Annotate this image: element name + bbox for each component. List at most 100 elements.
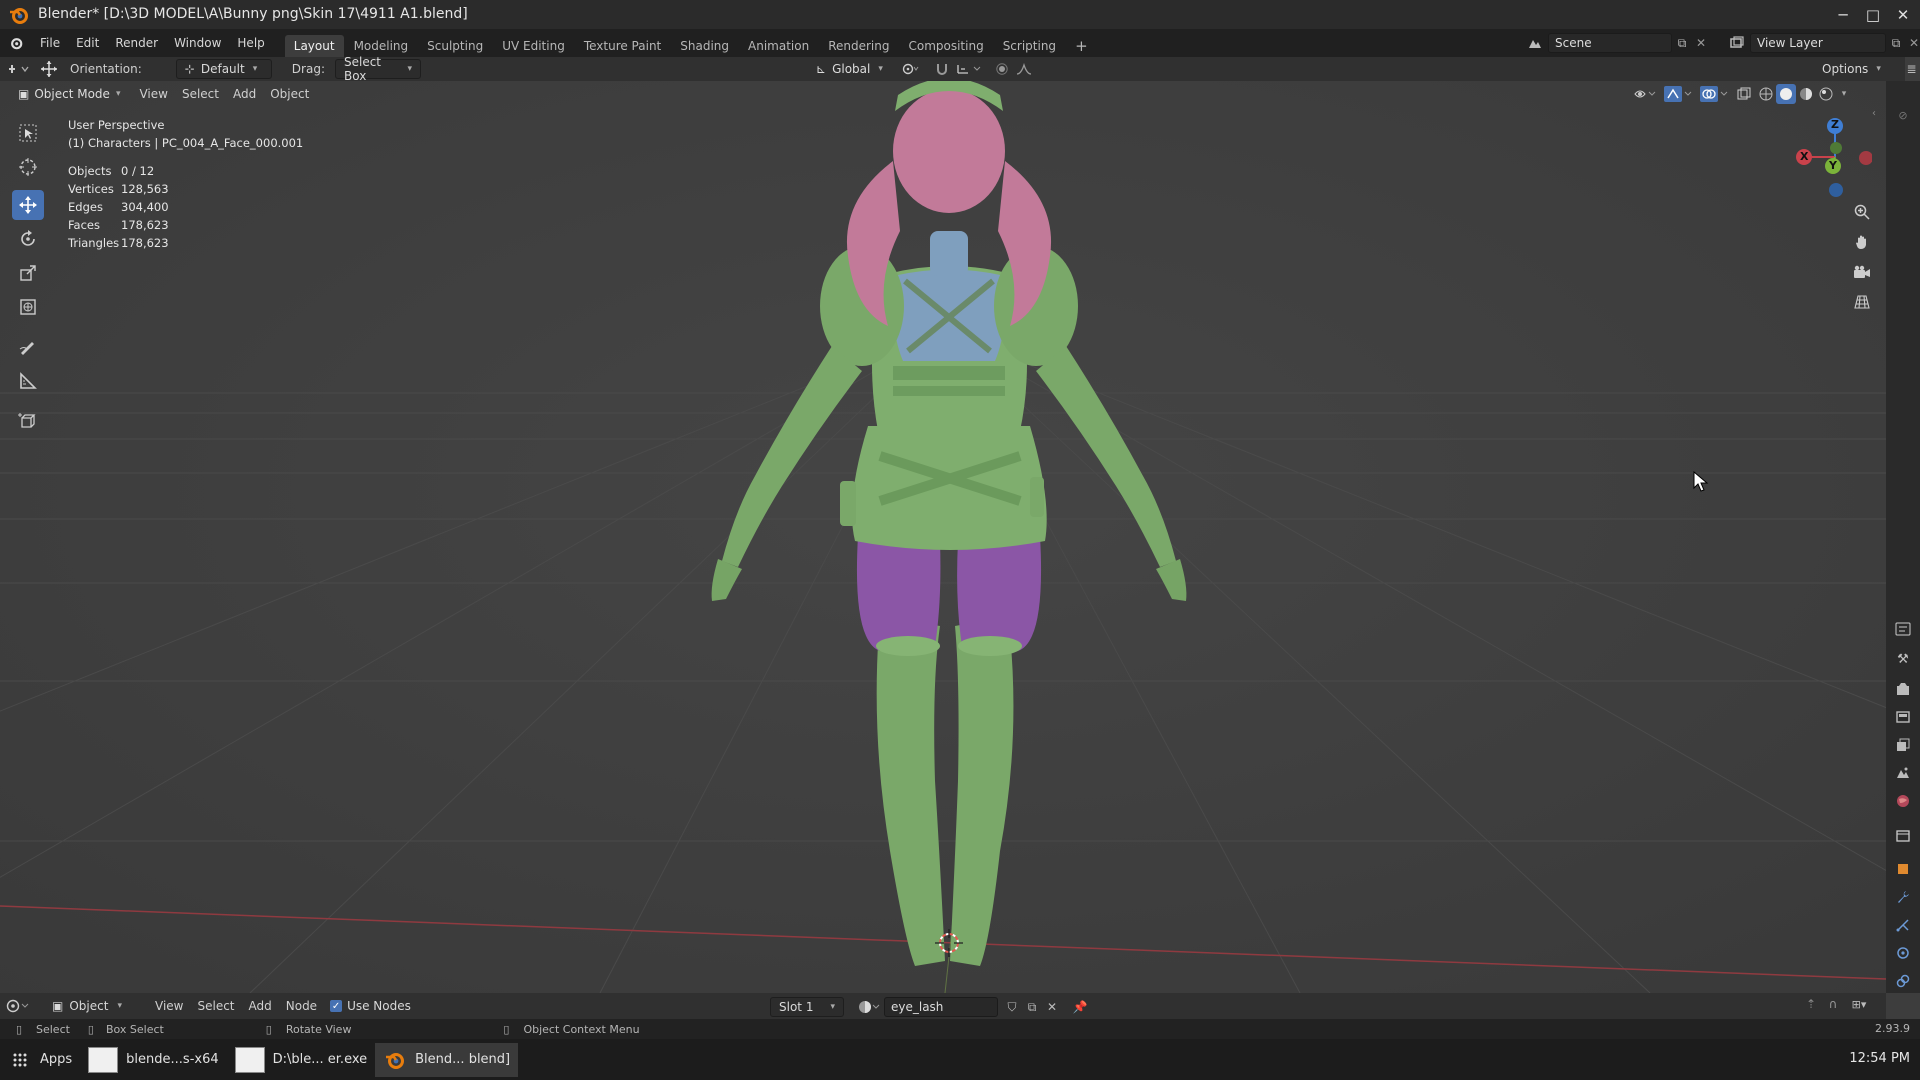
modifier-wrench-icon[interactable]	[1890, 885, 1916, 909]
transform-tool-icon[interactable]	[12, 292, 44, 322]
gizmo-toggle-icon[interactable]	[1660, 84, 1696, 104]
shader-menu-add[interactable]: Add	[242, 999, 279, 1013]
tab-rendering[interactable]: Rendering	[819, 35, 898, 57]
options-dropdown[interactable]: Options ▾	[1814, 60, 1889, 78]
wireframe-shading-icon[interactable]	[1756, 84, 1776, 104]
proportional-editing-icon[interactable]	[991, 63, 1013, 75]
add-cube-tool-icon[interactable]	[12, 406, 44, 436]
tab-texture-paint[interactable]: Texture Paint	[575, 35, 670, 57]
menu-help[interactable]: Help	[229, 29, 272, 57]
tab-animation[interactable]: Animation	[739, 35, 818, 57]
particles-icon[interactable]	[1890, 913, 1916, 937]
constraints-icon[interactable]	[1890, 969, 1916, 993]
tab-shading[interactable]: Shading	[671, 35, 738, 57]
apps-button[interactable]: Apps	[40, 1043, 80, 1077]
cursor-tool-icon[interactable]	[12, 152, 44, 182]
measure-tool-icon[interactable]	[12, 366, 44, 396]
output-properties-icon[interactable]	[1890, 705, 1916, 729]
xray-toggle-icon[interactable]	[1732, 84, 1756, 104]
taskbar-item-installer[interactable]: blende...s-x64	[80, 1043, 226, 1077]
tool-properties-icon[interactable]	[1890, 617, 1916, 641]
shader-menu-view[interactable]: View	[148, 999, 190, 1013]
sidebar-toggle-icon[interactable]: ≣	[1903, 59, 1920, 79]
shader-menu-node[interactable]: Node	[279, 999, 324, 1013]
mode-dropdown[interactable]: ▣ Object Mode ▾	[14, 84, 124, 104]
parent-node-tree-icon[interactable]: ⇡	[1800, 997, 1822, 1011]
fake-user-shield-icon[interactable]: ⛉	[1002, 1000, 1022, 1015]
editor-type-icon[interactable]	[0, 63, 36, 75]
snap-magnet-icon[interactable]: ∩	[1822, 997, 1844, 1011]
delete-scene-icon[interactable]: ✕	[1692, 36, 1710, 50]
material-name-field[interactable]: eye_lash	[884, 997, 998, 1017]
shader-editor-type-icon[interactable]	[0, 995, 36, 1017]
shader-type-dropdown[interactable]: ▣ Object ▾	[48, 996, 126, 1016]
drag-dropdown[interactable]: Select Box ▾	[334, 55, 421, 83]
world-properties-icon[interactable]	[1890, 789, 1916, 813]
slot-dropdown[interactable]: Slot 1 ▾	[770, 997, 844, 1017]
pan-hand-icon[interactable]	[1850, 230, 1874, 254]
menu-render[interactable]: Render	[107, 29, 166, 57]
outliner-filter-icon[interactable]: ⊘	[1886, 103, 1920, 127]
new-scene-icon[interactable]: ⧉	[1672, 36, 1692, 51]
new-view-layer-icon[interactable]: ⧉	[1886, 36, 1906, 51]
annotate-tool-icon[interactable]	[12, 332, 44, 362]
tab-compositing[interactable]: Compositing	[899, 35, 992, 57]
menu-edit[interactable]: Edit	[68, 29, 107, 57]
visibility-selectability-icon[interactable]	[1630, 84, 1660, 104]
pin-icon[interactable]: 📌	[1068, 1000, 1092, 1014]
orientation-dropdown[interactable]: ⊹ Default ▾	[175, 59, 272, 79]
use-nodes-checkbox[interactable]: ✓ Use Nodes	[330, 999, 411, 1013]
viewport-menu-object[interactable]: Object	[263, 87, 316, 101]
scene-icon[interactable]	[1522, 33, 1548, 53]
menu-file[interactable]: File	[32, 29, 68, 57]
overlays-toggle-icon[interactable]	[1696, 84, 1732, 104]
object-properties-icon[interactable]	[1890, 857, 1916, 881]
snap-target-icon[interactable]	[953, 63, 985, 75]
viewport-menu-add[interactable]: Add	[226, 87, 263, 101]
duplicate-material-icon[interactable]: ⧉	[1022, 1000, 1042, 1015]
camera-view-icon[interactable]	[1850, 260, 1874, 284]
delete-view-layer-icon[interactable]: ✕	[1906, 36, 1920, 50]
unlink-material-icon[interactable]: ✕	[1042, 1000, 1062, 1014]
viewport-menu-select[interactable]: Select	[175, 87, 226, 101]
taskbar-item-explorer[interactable]: D:\ble... er.exe	[227, 1043, 376, 1077]
chevron-left-icon[interactable]: ‹	[1872, 104, 1876, 122]
scale-tool-icon[interactable]	[12, 258, 44, 288]
scene-properties-icon[interactable]	[1890, 761, 1916, 785]
blender-menu-icon[interactable]	[0, 29, 32, 57]
apps-grid-icon[interactable]	[0, 1043, 40, 1077]
material-browse-icon[interactable]	[854, 1000, 884, 1014]
add-workspace-icon[interactable]: +	[1066, 35, 1097, 57]
tab-scripting[interactable]: Scripting	[994, 35, 1065, 57]
tab-sculpting[interactable]: Sculpting	[418, 35, 492, 57]
view-layer-properties-icon[interactable]	[1890, 733, 1916, 757]
physics-icon[interactable]	[1890, 941, 1916, 965]
navigation-gizmo[interactable]: Z X Y	[1790, 112, 1873, 205]
viewport-menu-view[interactable]: View	[132, 87, 174, 101]
snap-element-icon[interactable]: ⊞▾	[1844, 998, 1874, 1011]
snap-toggle-icon[interactable]	[931, 62, 953, 76]
material-preview-icon[interactable]	[1796, 84, 1816, 104]
render-properties-icon[interactable]	[1890, 677, 1916, 701]
tool-settings-wrench-icon[interactable]: ⚒	[1890, 647, 1916, 671]
shading-options-chevron-icon[interactable]: ▾	[1836, 84, 1852, 104]
view-layer-field[interactable]: View Layer	[1750, 33, 1886, 53]
select-box-tool-icon[interactable]	[12, 118, 44, 148]
zoom-icon[interactable]	[1850, 200, 1874, 224]
scene-field[interactable]: Scene	[1548, 33, 1672, 53]
solid-shading-icon[interactable]	[1776, 84, 1796, 104]
falloff-curve-icon[interactable]	[1013, 63, 1035, 75]
taskbar-item-blender[interactable]: Blend... blend]	[375, 1042, 519, 1077]
tab-layout[interactable]: Layout	[284, 35, 344, 57]
shader-menu-select[interactable]: Select	[190, 999, 241, 1013]
menu-window[interactable]: Window	[166, 29, 229, 57]
close-button[interactable]: ✕	[1886, 0, 1920, 29]
pivot-point-icon[interactable]	[895, 62, 925, 76]
maximize-button[interactable]: □	[1856, 0, 1890, 29]
rotate-tool-icon[interactable]	[12, 224, 44, 254]
tab-modeling[interactable]: Modeling	[345, 35, 418, 57]
rendered-shading-icon[interactable]	[1816, 84, 1836, 104]
view-layer-icon[interactable]	[1724, 33, 1750, 53]
minimize-button[interactable]: ─	[1826, 0, 1860, 29]
tab-uv-editing[interactable]: UV Editing	[493, 35, 574, 57]
